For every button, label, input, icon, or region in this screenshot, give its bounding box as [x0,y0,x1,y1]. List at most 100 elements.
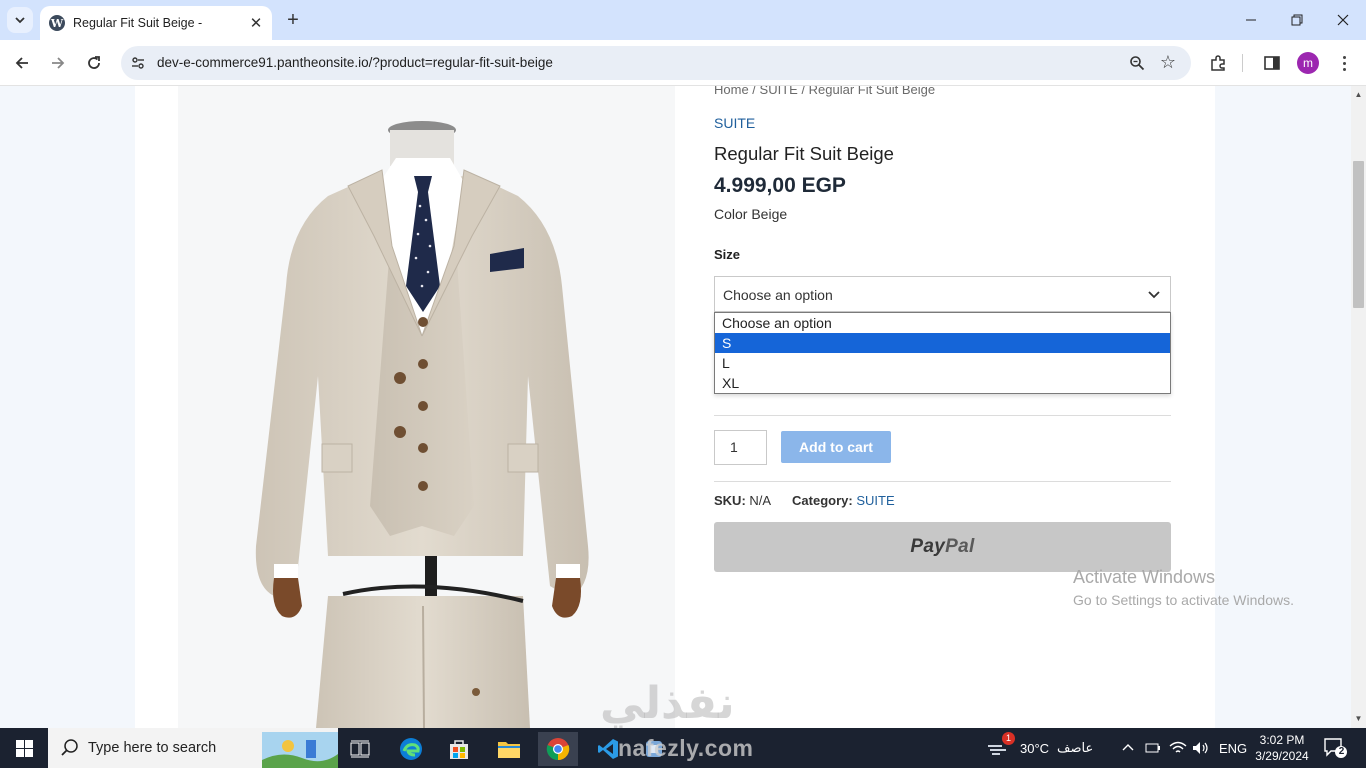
watermark-english: nafezly.com [618,735,754,761]
restore-button[interactable] [1274,0,1320,40]
wifi-icon [1169,741,1187,753]
forward-button[interactable] [45,50,71,76]
breadcrumb-current: Regular Fit Suit Beige [808,86,936,97]
product-page: Home / SUITE / Regular Fit Suit Beige SU… [135,86,1215,728]
microsoft-store-icon [450,740,468,759]
page-scrollbar[interactable]: ▲ ▼ [1351,86,1366,728]
task-view-button[interactable] [340,732,380,766]
sku-value: N/A [749,493,771,508]
vscode-icon [598,739,618,759]
close-icon[interactable]: ✕ [246,13,266,33]
size-options-list: Choose an option S L XL [714,312,1171,394]
divider [714,481,1171,482]
weather-description: عاصف [1057,740,1094,755]
breadcrumb-separator: / [748,86,760,97]
browser-menu-icon[interactable] [1336,52,1352,74]
category-value-link[interactable]: SUITE [856,493,894,508]
taskbar-clock[interactable]: 3:02 PM 3/29/2024 [1254,732,1310,764]
taskbar-store[interactable] [439,732,479,766]
restore-icon [1291,14,1303,26]
tray-overflow-button[interactable] [1121,728,1135,768]
zoom-icon[interactable] [1127,53,1147,73]
add-to-cart-button[interactable]: Add to cart [781,431,891,463]
size-option[interactable]: L [715,353,1170,373]
paypal-button[interactable]: Pay Pal [714,522,1171,572]
clock-date: 3/29/2024 [1255,749,1309,763]
tray-wifi[interactable] [1169,728,1187,768]
watermark-arabic: نفذلي [600,678,735,728]
size-option[interactable]: XL [715,373,1170,393]
scrollbar-thumb[interactable] [1353,161,1364,308]
scroll-down-arrow-icon[interactable]: ▼ [1354,714,1363,723]
activate-windows-subtitle: Go to Settings to activate Windows. [1073,592,1294,608]
folder-icon [498,742,520,758]
paypal-logo-pay: Pay [910,536,946,557]
product-category-link[interactable]: SUITE [714,115,755,131]
size-select-value: Choose an option [723,287,833,303]
notification-count: 2 [1338,746,1345,757]
chevron-up-icon [1122,744,1134,751]
size-select[interactable]: Choose an option [714,276,1171,312]
activate-windows-overlay: Activate Windows Go to Settings to activ… [1073,567,1294,608]
taskbar-search-placeholder: Type here to search [88,740,217,756]
browser-toolbar: dev-e-commerce91.pantheonsite.io/?produc… [0,40,1366,86]
size-option[interactable]: Choose an option [715,313,1170,333]
sku-label: SKU: [714,493,746,508]
notification-center-button[interactable]: 2 [1322,736,1348,760]
tray-volume[interactable] [1192,728,1210,768]
minimize-button[interactable] [1228,0,1274,40]
extensions-icon[interactable] [1207,52,1229,74]
quantity-input[interactable]: 1 [714,430,767,465]
taskbar-file-explorer[interactable] [489,732,529,766]
start-button[interactable] [0,728,48,768]
bookmark-star-icon[interactable]: ☆ [1157,51,1179,73]
tray-network-plug[interactable] [1145,728,1161,768]
product-color: Color Beige [714,206,788,222]
size-option-selected[interactable]: S [715,333,1170,353]
search-highlight-illustration [262,732,338,768]
taskbar-edge[interactable] [391,732,431,766]
page-viewport: Home / SUITE / Regular Fit Suit Beige SU… [0,86,1351,728]
arrow-right-icon [52,57,65,69]
close-window-button[interactable] [1320,0,1366,40]
windows-logo-icon [15,739,33,757]
reload-button[interactable] [81,50,107,76]
product-image[interactable] [178,86,675,728]
clock-time: 3:02 PM [1259,733,1305,747]
edge-browser-icon [400,738,422,760]
taskbar-chrome[interactable] [538,732,578,766]
tab-search-button[interactable] [7,7,33,33]
minimize-icon [1246,19,1256,21]
weather-widget[interactable]: 1 30°C عاصف [986,728,1093,768]
search-icon [61,739,78,756]
profile-avatar[interactable]: m [1297,52,1319,74]
url-text: dev-e-commerce91.pantheonsite.io/?produc… [157,55,553,70]
weather-icon: 1 [986,732,1015,758]
site-settings-icon[interactable] [129,54,147,72]
new-tab-button[interactable]: + [282,9,304,31]
chevron-down-icon [15,17,25,24]
product-title: Regular Fit Suit Beige [714,143,894,164]
back-button[interactable] [9,50,35,76]
size-label: Size [714,247,741,262]
weather-temperature: 30°C [1020,740,1050,756]
breadcrumb-category-link[interactable]: SUITE [760,86,798,97]
product-meta: SKU: N/A Category: SUITE [714,493,895,508]
toolbar-separator [1242,54,1243,72]
close-icon [1337,14,1349,26]
address-bar[interactable]: dev-e-commerce91.pantheonsite.io/?produc… [121,46,1191,80]
chrome-icon [546,738,570,761]
category-label: Category: [792,493,853,508]
side-panel-icon[interactable] [1261,52,1283,74]
reload-icon [88,56,100,69]
browser-tab-active[interactable]: W Regular Fit Suit Beige - ✕ [40,6,272,40]
chevron-down-icon [1148,291,1160,299]
wordpress-icon: W [49,15,65,31]
tab-title: Regular Fit Suit Beige - [73,16,203,30]
paypal-logo-pal: Pal [945,536,975,557]
language-indicator[interactable]: ENG [1219,728,1247,768]
arrow-left-icon [15,57,28,69]
scroll-up-arrow-icon[interactable]: ▲ [1354,90,1363,99]
taskbar-search-box[interactable]: Type here to search [48,728,338,768]
breadcrumb-home-link[interactable]: Home [714,86,749,97]
